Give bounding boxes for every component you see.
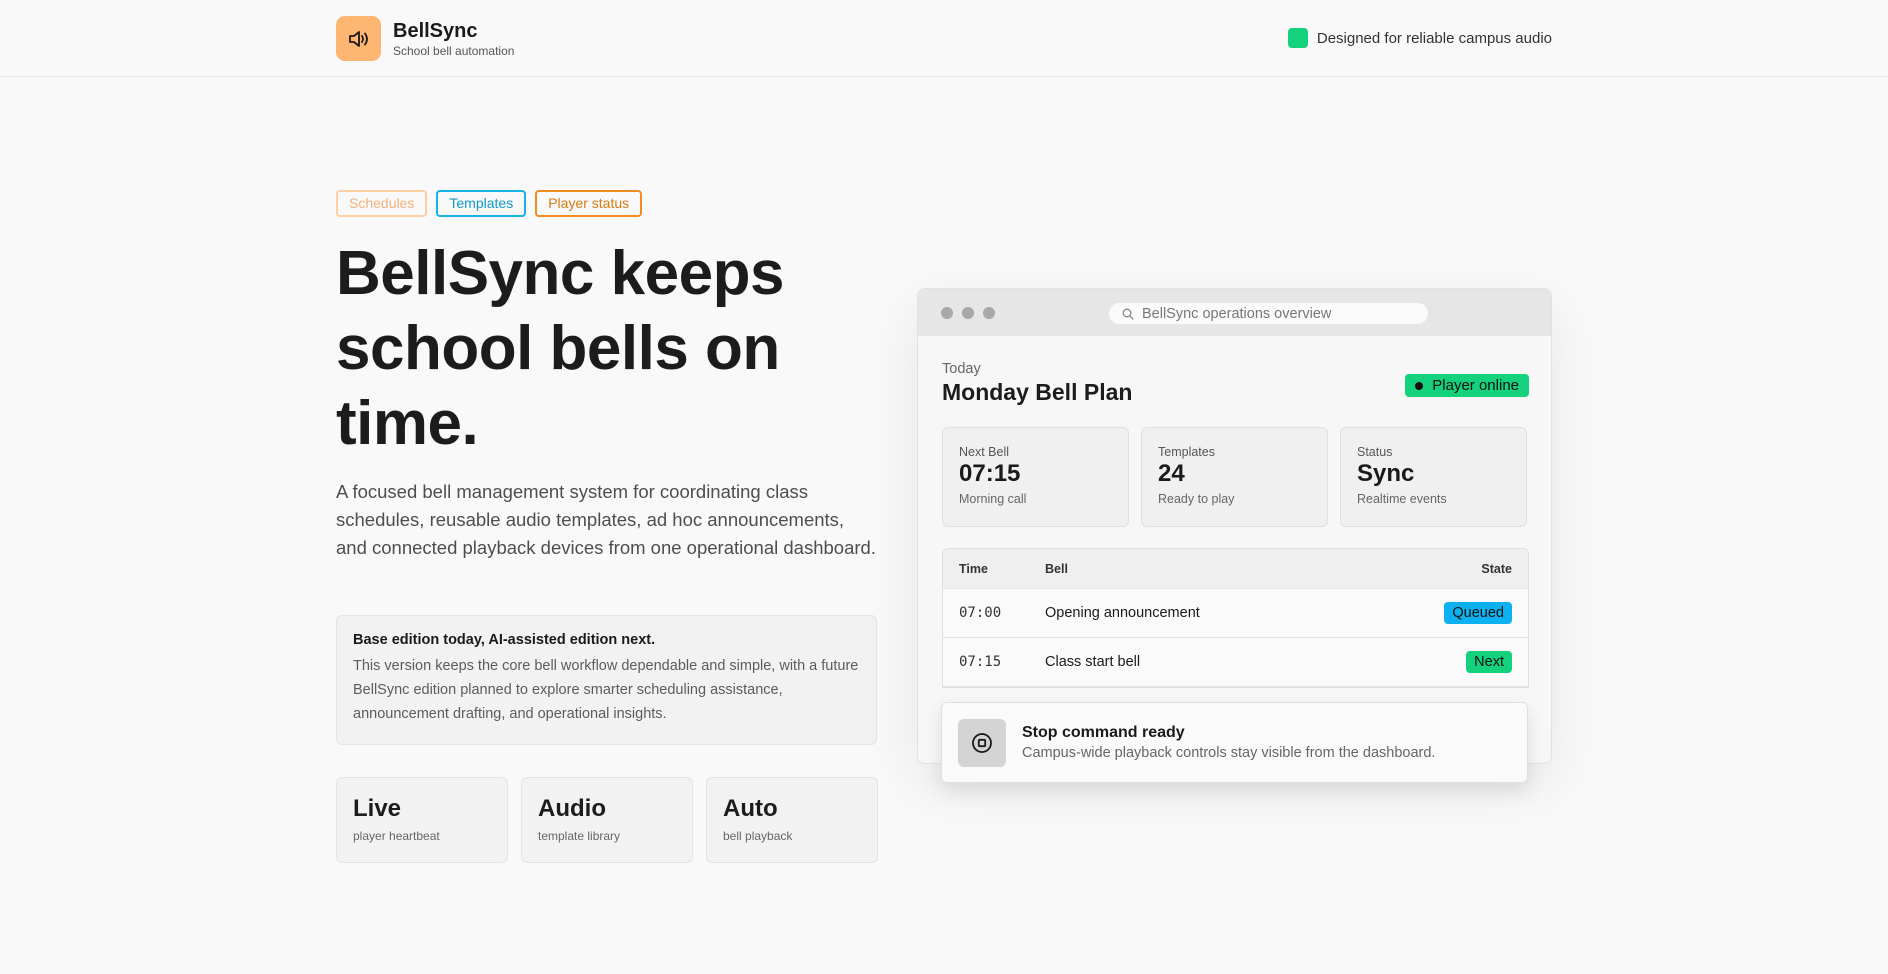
metric-label: Next Bell [959,445,1010,459]
metric-label: Status [1357,445,1393,459]
note-body: This version keeps the core bell workflo… [353,658,859,722]
stat-value: Audio [538,795,606,822]
top-bar: BellSync School bell automation Designed… [0,0,1888,77]
status-square-icon [1287,28,1308,48]
row-bell: Opening announcement [1045,605,1200,621]
window-dot-icon[interactable] [983,307,995,319]
stat-card-audio: Audio template library [521,777,693,863]
column-header-state[interactable]: State [1481,562,1512,576]
stop-command-card[interactable]: Stop command ready Campus-wide playback … [941,702,1528,783]
stop-card-title: Stop command ready [1022,724,1185,741]
metric-value: Sync [1357,460,1415,487]
feature-stats: Live player heartbeat Audio template lib… [336,777,878,863]
app-subtitle: School bell automation [393,43,515,58]
search-bar[interactable]: BellSync operations overview [1109,303,1428,324]
metric-value: 24 [1158,460,1185,487]
stat-value: Live [353,795,402,822]
row-time: 07:15 [959,654,1002,670]
metric-sub: Morning call [959,492,1027,506]
metric-value: 07:15 [959,460,1021,487]
tagline-text: Designed for reliable campus audio [1316,29,1552,47]
note-title: Base edition today, AI-assisted edition … [353,632,656,648]
hero-description: A focused bell management system for coo… [336,481,876,558]
stat-value: Auto [723,795,778,822]
metric-label: Templates [1158,445,1215,459]
tagline: Designed for reliable campus audio [1287,28,1552,48]
metric-sub: Realtime events [1357,492,1447,506]
stop-icon[interactable] [958,718,1006,767]
speaker-icon [336,16,381,61]
table-header: Time Bell State [943,549,1528,589]
search-icon [1122,308,1134,320]
stat-label: template library [538,829,621,843]
dashboard-window: BellSync operations overview Today Monda… [917,288,1552,764]
metric-sub: Ready to play [1158,492,1235,506]
search-text: BellSync operations overview [1142,305,1332,322]
window-controls [941,307,995,319]
column-header-bell[interactable]: Bell [1045,562,1481,576]
stop-card-subtitle: Campus-wide playback controls stay visib… [1022,745,1436,761]
badge-label: Player online [1432,377,1519,394]
feature-chips: Schedules Templates Player status [336,190,643,217]
metric-templates: Templates 24 Ready to play [1141,427,1328,527]
chip-schedules[interactable]: Schedules [336,190,428,217]
stat-card-auto: Auto bell playback [706,777,878,863]
chip-templates[interactable]: Templates [436,190,527,217]
table-row[interactable]: 07:00 Opening announcement Queued [943,589,1528,638]
window-dot-icon[interactable] [941,307,953,319]
edition-note: Base edition today, AI-assisted edition … [336,615,877,745]
status-dot-icon [1415,381,1424,390]
metric-row: Next Bell 07:15 Morning call Templates 2… [942,427,1529,527]
state-badge-next: Next [1466,651,1512,673]
metric-next-bell: Next Bell 07:15 Morning call [942,427,1129,527]
window-body: Today Monday Bell Plan Player online Nex… [942,361,1529,688]
column-header-time[interactable]: Time [959,562,1045,576]
bell-schedule-table: Time Bell State 07:00 Opening announceme… [942,548,1529,688]
window-title-bar: BellSync operations overview [918,289,1551,336]
window-dot-icon[interactable] [962,307,974,319]
row-time: 07:00 [959,605,1002,621]
player-online-badge: Player online [1405,374,1529,397]
metric-status: Status Sync Realtime events [1340,427,1527,527]
stat-label: player heartbeat [353,829,440,843]
hero-title: BellSync keeps school bells on time. [336,239,784,458]
state-badge-queued: Queued [1444,602,1512,624]
app-name: BellSync [393,19,478,42]
brand[interactable]: BellSync School bell automation [336,16,514,61]
stat-label: bell playback [723,829,793,843]
chip-player-status[interactable]: Player status [535,190,643,217]
table-row[interactable]: 07:15 Class start bell Next [943,638,1528,687]
row-bell: Class start bell [1045,654,1141,670]
stat-card-live: Live player heartbeat [336,777,508,863]
